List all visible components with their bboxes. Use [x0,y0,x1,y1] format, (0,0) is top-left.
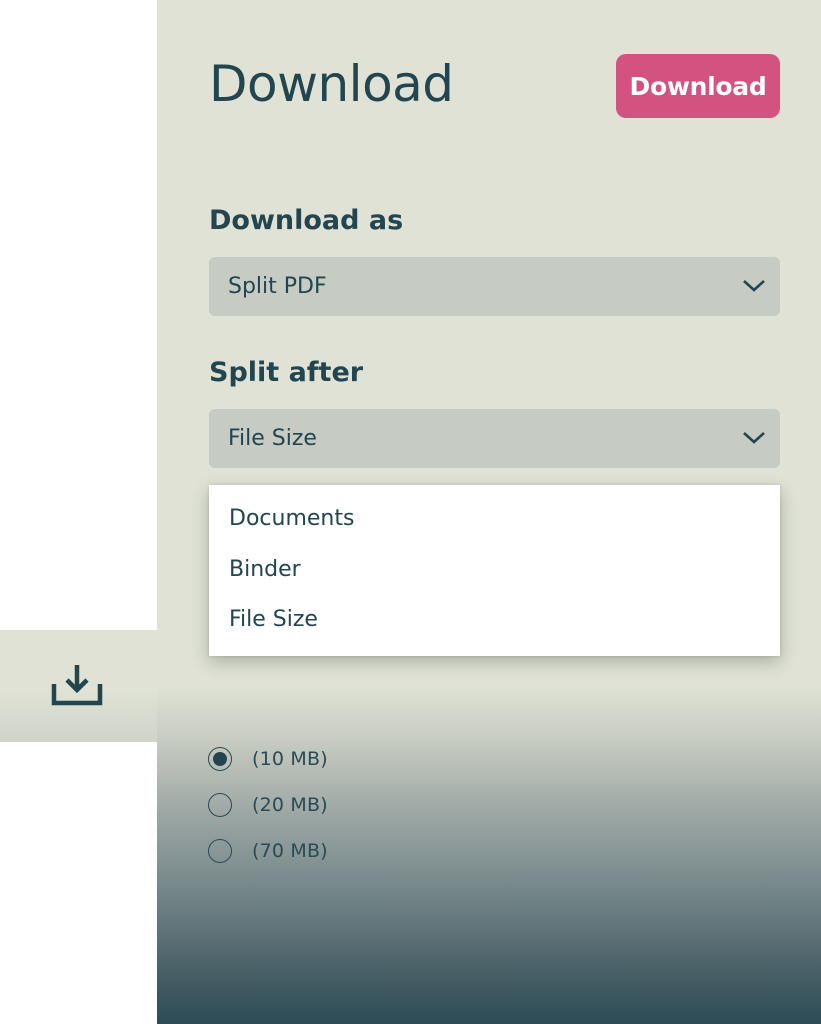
split-after-value: File Size [228,426,317,451]
radio-label: (10 MB) [252,748,328,770]
size-option-10mb[interactable]: (10 MB) [208,736,328,782]
dropdown-option-documents[interactable]: Documents [209,503,780,554]
download-as-label: Download as [209,205,404,236]
size-option-20mb[interactable]: (20 MB) [208,782,328,828]
split-after-select[interactable]: File Size [209,409,780,468]
radio-button[interactable] [208,839,232,863]
page-title: Download [209,55,454,113]
download-as-value: Split PDF [228,274,327,299]
size-option-70mb[interactable]: (70 MB) [208,828,328,874]
dropdown-option-binder[interactable]: Binder [209,554,780,605]
radio-label: (70 MB) [252,840,328,862]
download-button[interactable]: Download [616,54,780,118]
radio-label: (20 MB) [252,794,328,816]
dropdown-option-file-size[interactable]: File Size [209,604,780,655]
chevron-down-icon [742,276,766,300]
size-radio-group: (10 MB) (20 MB) (70 MB) [208,736,328,874]
split-after-dropdown-menu: Documents Binder File Size [209,485,780,656]
split-after-label: Split after [209,357,364,388]
radio-button[interactable] [208,793,232,817]
radio-button-checked[interactable] [208,747,232,771]
chevron-down-icon [742,428,766,452]
download-as-select[interactable]: Split PDF [209,257,780,316]
download-tray-icon[interactable] [50,662,104,712]
